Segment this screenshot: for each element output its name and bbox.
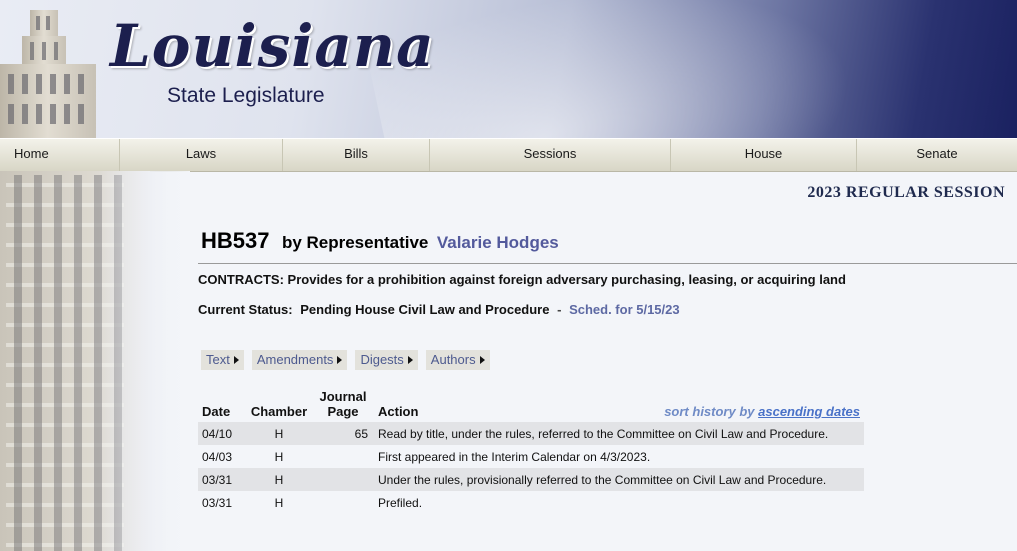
bill-author-prefix: by Representative — [281, 233, 429, 252]
row-journal-page — [312, 468, 374, 491]
nav-laws[interactable]: Laws — [120, 139, 283, 171]
header-journal: Journal — [319, 389, 367, 404]
table-row: 03/31 H Prefiled. — [198, 491, 864, 514]
bill-summary: CONTRACTS: Provides for a prohibition ag… — [198, 272, 846, 287]
row-date: 03/31 — [202, 495, 233, 510]
status-label: Current Status: — [198, 302, 293, 317]
banner-light-streak — [358, 0, 922, 138]
building-fade — [100, 171, 190, 551]
table-row: 04/10 H 65 Read by title, under the rule… — [198, 422, 864, 445]
row-action: Under the rules, provisionally referred … — [374, 468, 864, 491]
sort-history: sort history by ascending dates — [582, 389, 864, 422]
tab-authors-label: Authors — [430, 352, 476, 367]
header-banner: Louisiana State Legislature — [0, 0, 1017, 138]
representative-link[interactable]: Valarie Hodges — [437, 233, 559, 252]
tab-amendments[interactable]: Amendments — [251, 350, 348, 370]
history-table: Date Chamber Journal Page Action sort his… — [198, 389, 864, 514]
divider — [198, 263, 1017, 264]
sort-ascending-link[interactable]: ascending dates — [758, 404, 860, 419]
main-nav: Home Laws Bills Sessions House Senate — [0, 138, 1017, 172]
logo-subtitle[interactable]: State Legislature — [167, 84, 325, 108]
tab-digests-label: Digests — [360, 352, 404, 367]
header-date: Date — [202, 404, 231, 419]
header-journal-page: Journal Page — [312, 389, 374, 422]
header-action: Action — [378, 404, 419, 419]
table-row: 04/03 H First appeared in the Interim Ca… — [198, 445, 864, 468]
sort-prefix: sort history by — [664, 404, 755, 419]
schedule-link[interactable]: Sched. for 5/15/23 — [569, 302, 680, 317]
row-date: 04/10 — [198, 422, 246, 445]
capitol-building-image — [0, 171, 190, 551]
tab-digests[interactable]: Digests — [355, 350, 418, 370]
nav-sessions[interactable]: Sessions — [430, 139, 671, 171]
triangle-right-icon — [233, 356, 239, 364]
row-action: Prefiled. — [378, 495, 423, 510]
row-chamber: H — [246, 468, 312, 491]
triangle-right-icon — [479, 356, 485, 364]
header-page: Page — [327, 404, 359, 419]
row-chamber: H — [274, 495, 284, 510]
bill-status: Current Status: Pending House Civil Law … — [198, 302, 680, 317]
row-date: 04/03 — [202, 449, 233, 464]
row-journal-page — [312, 491, 374, 514]
session-title: 2023 REGULAR SESSION — [807, 184, 1005, 201]
row-journal-page — [312, 445, 374, 468]
nav-home[interactable]: Home — [0, 139, 120, 171]
bill-number: HB537 — [201, 228, 270, 253]
row-chamber: H — [246, 422, 312, 445]
table-row: 03/31 H Under the rules, provisionally r… — [198, 468, 864, 491]
row-action: Read by title, under the rules, referred… — [374, 422, 864, 445]
row-journal-page: 65 — [312, 422, 374, 445]
header-chamber: Chamber — [250, 404, 308, 419]
status-value: Pending House Civil Law and Procedure — [300, 302, 550, 317]
tab-amendments-label: Amendments — [256, 352, 334, 367]
triangle-right-icon — [407, 356, 413, 364]
row-action: First appeared in the Interim Calendar o… — [378, 449, 651, 464]
row-date: 03/31 — [198, 468, 246, 491]
nav-senate[interactable]: Senate — [857, 139, 1017, 171]
history-header-row: Date Chamber Journal Page Action sort his… — [198, 389, 864, 422]
nav-bills[interactable]: Bills — [283, 139, 430, 171]
capitol-tower-image — [0, 10, 96, 138]
tab-authors[interactable]: Authors — [425, 350, 490, 370]
nav-house[interactable]: House — [671, 139, 857, 171]
bill-heading: HB537 by Representative Valarie Hodges — [201, 228, 559, 254]
row-chamber: H — [274, 449, 284, 464]
tab-text-label: Text — [206, 352, 230, 367]
logo-louisiana[interactable]: Louisiana — [110, 12, 435, 80]
triangle-right-icon — [337, 356, 343, 364]
status-separator: - — [557, 302, 562, 317]
document-tabs: Text Amendments Digests Authors — [201, 350, 490, 370]
tab-text[interactable]: Text — [201, 350, 244, 370]
